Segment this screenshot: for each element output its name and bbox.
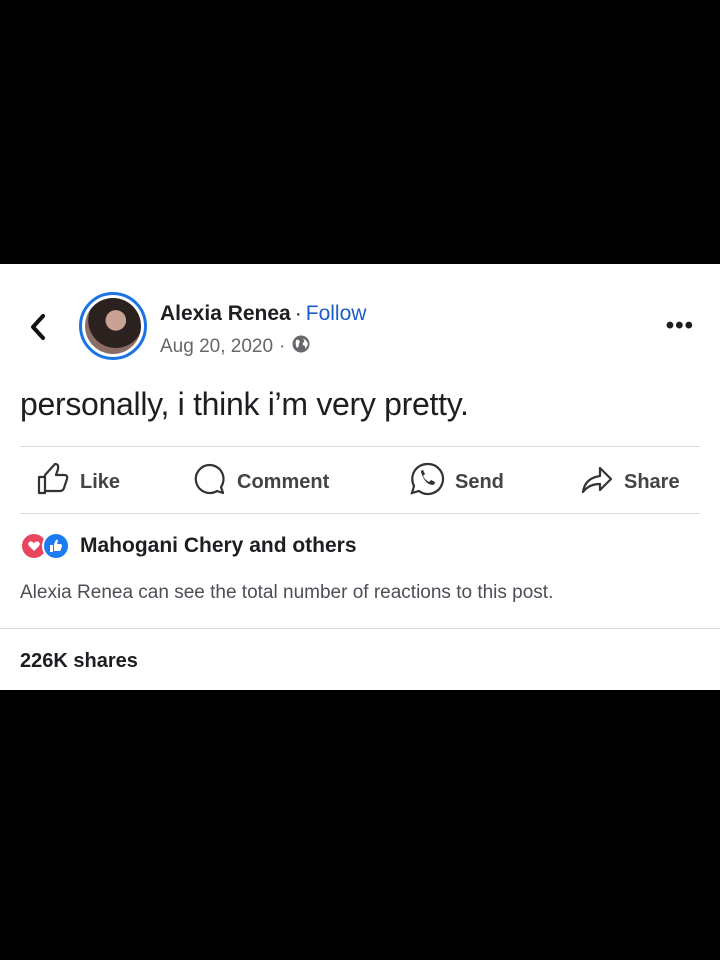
comment-button[interactable]: Comment bbox=[193, 458, 329, 506]
reaction-icons bbox=[20, 532, 70, 560]
separator-dot: · bbox=[279, 336, 286, 357]
share-icon bbox=[580, 462, 624, 502]
share-button[interactable]: Share bbox=[580, 458, 680, 506]
globe-icon bbox=[291, 334, 311, 360]
reactions-notice: Alexia Renea can see the total number of… bbox=[20, 582, 554, 603]
shares-count[interactable]: 226K shares bbox=[20, 650, 138, 673]
like-icon bbox=[36, 462, 80, 502]
comment-icon bbox=[193, 462, 237, 502]
like-reaction-icon bbox=[42, 532, 70, 560]
send-label: Send bbox=[455, 470, 504, 493]
author-name[interactable]: Alexia Renea bbox=[160, 302, 291, 325]
avatar[interactable] bbox=[79, 292, 147, 360]
reactions-text: Mahogani Chery and others bbox=[80, 534, 357, 557]
more-options-icon[interactable]: ••• bbox=[666, 314, 694, 338]
like-label: Like bbox=[80, 470, 121, 493]
post-date[interactable]: Aug 20, 2020 bbox=[160, 336, 273, 358]
like-button[interactable]: Like bbox=[36, 458, 120, 506]
avatar-image bbox=[85, 298, 141, 354]
share-label: Share bbox=[624, 470, 680, 493]
action-bar: Like Comment Send Share bbox=[0, 458, 720, 506]
comment-label: Comment bbox=[237, 470, 330, 493]
whatsapp-send-icon bbox=[409, 461, 455, 503]
follow-button[interactable]: Follow bbox=[306, 302, 367, 325]
divider bbox=[0, 628, 720, 629]
back-arrow-icon[interactable] bbox=[26, 312, 50, 342]
reactions-summary[interactable]: Mahogani Chery and others bbox=[20, 532, 357, 560]
author-header: Alexia Renea · Follow bbox=[160, 302, 366, 326]
divider bbox=[20, 446, 700, 447]
send-button[interactable]: Send bbox=[409, 458, 504, 506]
separator-dot: · bbox=[294, 302, 302, 325]
divider bbox=[20, 513, 700, 514]
post-meta: Aug 20, 2020 · bbox=[160, 334, 311, 360]
post-text: personally, i think i’m very pretty. bbox=[20, 386, 469, 422]
post-card: Alexia Renea · Follow Aug 20, 2020 · ••• p… bbox=[0, 264, 720, 690]
